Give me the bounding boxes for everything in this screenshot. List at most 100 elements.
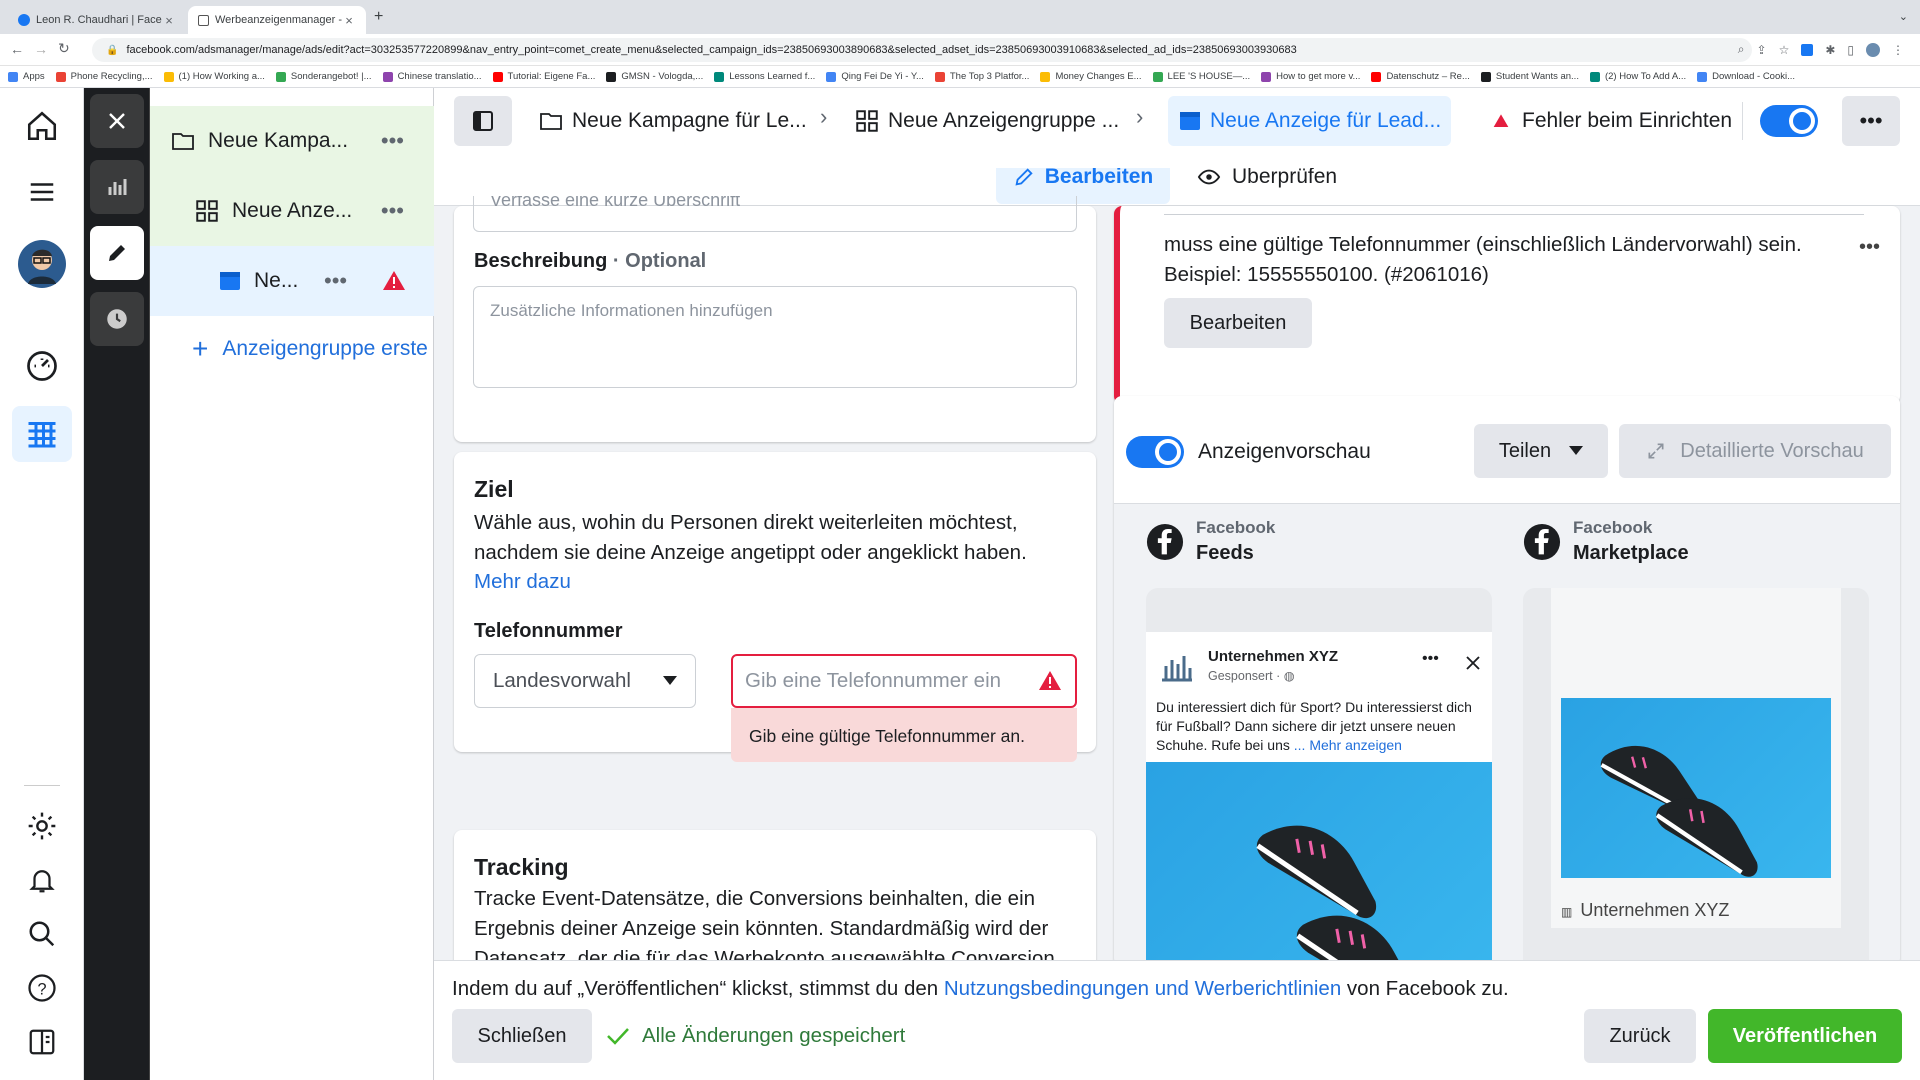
headline-input[interactable]: Verfasse eine kurze Überschrift <box>473 196 1077 232</box>
extensions-icon[interactable]: ✱ <box>1825 43 1835 57</box>
preview-header: Anzeigenvorschau Teilen Detaillierte Vor… <box>1114 396 1900 504</box>
tab-list-icon[interactable]: ⌄ <box>1899 10 1908 23</box>
bookmark-item[interactable]: Apps <box>8 71 45 82</box>
ziel-card: Ziel Wähle aus, wohin du Personen direkt… <box>454 452 1096 762</box>
reload-icon[interactable]: ↻ <box>58 40 70 57</box>
home-icon[interactable] <box>12 98 72 154</box>
close-button[interactable]: Schließen <box>452 1009 592 1063</box>
tree-item-adset[interactable]: Neue Anze... ••• <box>150 176 434 246</box>
publish-button[interactable]: Veröffentlichen <box>1708 1009 1902 1063</box>
facebook-extension-icon[interactable] <box>1801 43 1814 56</box>
bookmark-item[interactable]: Tutorial: Eigene Fa... <box>492 71 595 82</box>
bookmark-item[interactable]: Download - Cooki... <box>1697 71 1795 82</box>
close-tab-icon[interactable]: × <box>162 13 176 28</box>
crumb-ad[interactable]: Neue Anzeige für Lead... <box>1168 96 1452 146</box>
bookmark-item[interactable]: (1) How Working a... <box>163 71 265 82</box>
share-page-icon[interactable]: ⇪ <box>1757 43 1767 57</box>
more-options-icon[interactable]: ••• <box>1842 96 1900 146</box>
back-button[interactable]: Zurück <box>1584 1009 1696 1063</box>
bookmark-item[interactable]: Sonderangebot! |... <box>275 71 372 82</box>
bookmark-item[interactable]: Lessons Learned f... <box>714 71 815 82</box>
more-options-icon[interactable]: ••• <box>1422 650 1439 668</box>
more-options-icon[interactable]: ••• <box>381 128 404 154</box>
sidepanel-icon[interactable]: ▯ <box>1847 43 1854 57</box>
bookmark-item[interactable]: GMSN - Vologda,... <box>606 71 703 82</box>
menu-icon[interactable]: ⋮ <box>1892 43 1904 57</box>
crumb-campaign[interactable]: Neue Kampagne für Le... <box>538 102 807 140</box>
zoom-icon[interactable]: ⌕ <box>1738 42 1745 57</box>
more-link[interactable]: Mehr dazu <box>474 570 571 594</box>
marketplace-phone-frame: ▥ Unternehmen XYZ <box>1523 588 1869 966</box>
back-icon[interactable]: ← <box>10 41 24 57</box>
avatar[interactable] <box>12 236 72 292</box>
new-tab-icon[interactable]: + <box>374 8 383 26</box>
tree-item-ad[interactable]: Ne... ••• <box>150 246 434 316</box>
bookmark-favicon-icon <box>1261 71 1272 82</box>
close-tab-icon[interactable]: × <box>342 13 356 28</box>
bookmark-item[interactable]: Phone Recycling,... <box>55 71 153 82</box>
share-button[interactable]: Teilen <box>1474 424 1608 478</box>
dashboard-gauge-icon[interactable] <box>12 338 72 394</box>
bookmark-item[interactable]: LEE 'S HOUSE—... <box>1152 71 1250 82</box>
ad-text: Du interessiert dich für Sport? Du inter… <box>1156 699 1472 753</box>
ad-image <box>1146 762 1492 966</box>
bookmark-star-icon[interactable]: ☆ <box>1779 43 1790 57</box>
more-link[interactable]: ... Mehr anzeigen <box>1294 737 1402 753</box>
bookmark-label: Student Wants an... <box>1495 71 1579 82</box>
help-icon[interactable]: ? <box>12 960 72 1016</box>
more-options-icon[interactable]: ••• <box>381 198 404 224</box>
bookmark-item[interactable]: Datenschutz – Re... <box>1371 71 1470 82</box>
address-bar-row: ← → ↻ 🔒 facebook.com/adsmanager/manage/a… <box>0 34 1920 66</box>
browser-tab[interactable]: Leon R. Chaudhari | Facebook × <box>8 6 186 34</box>
ziel-title: Ziel <box>474 476 514 502</box>
forward-icon[interactable]: → <box>34 41 48 57</box>
saved-label: Alle Änderungen gespeichert <box>642 1024 906 1047</box>
create-adset-link[interactable]: + Anzeigengruppe erste <box>150 314 434 384</box>
bookmark-item[interactable]: How to get more v... <box>1261 71 1360 82</box>
description-textarea[interactable]: Zusätzliche Informationen hinzufügen <box>473 286 1077 388</box>
browser-tab-active[interactable]: Werbeanzeigenmanager - Wer × <box>188 6 366 34</box>
history-clock-icon[interactable] <box>90 292 144 346</box>
terms-link[interactable]: Nutzungsbedingungen und Werberichtlinien <box>944 977 1341 1000</box>
expand-icon <box>1648 443 1664 459</box>
tree-item-campaign[interactable]: Neue Kampa... ••• <box>150 106 434 176</box>
bookmark-item[interactable]: Chinese translatio... <box>382 71 482 82</box>
phone-input[interactable]: Gib eine Telefonnummer ein <box>731 654 1077 708</box>
report-book-icon[interactable] <box>12 1014 72 1070</box>
bookmark-label: Phone Recycling,... <box>70 71 153 82</box>
placement-feeds[interactable]: Facebook Feeds <box>1146 518 1275 565</box>
search-icon[interactable] <box>12 906 72 962</box>
placement-marketplace[interactable]: Facebook Marketplace <box>1523 518 1689 565</box>
more-options-icon[interactable]: ••• <box>1859 236 1880 259</box>
menu-icon[interactable] <box>12 164 72 220</box>
chart-icon[interactable] <box>90 160 144 214</box>
preview-toggle[interactable] <box>1126 436 1184 468</box>
profile-icon[interactable] <box>1866 42 1880 57</box>
settings-gear-icon[interactable] <box>12 798 72 854</box>
toggle-sidebar-icon[interactable] <box>454 96 512 146</box>
status-badge[interactable]: Fehler beim Einrichten <box>1492 102 1732 140</box>
bookmark-label: Lessons Learned f... <box>729 71 816 82</box>
detailed-preview-button[interactable]: Detaillierte Vorschau <box>1619 424 1891 478</box>
bookmark-favicon-icon <box>606 71 617 82</box>
url-field[interactable]: 🔒 facebook.com/adsmanager/manage/ads/edi… <box>92 38 1752 62</box>
edit-pencil-icon[interactable] <box>90 226 144 280</box>
close-icon[interactable] <box>1464 654 1482 672</box>
bookmark-item[interactable]: The Top 3 Platfor... <box>934 71 1029 82</box>
bookmark-favicon-icon <box>1480 71 1491 82</box>
more-options-icon[interactable]: ••• <box>324 268 347 294</box>
ad-icon <box>1180 112 1200 130</box>
ads-manager-table-icon[interactable] <box>12 406 72 462</box>
bookmark-item[interactable]: Money Changes E... <box>1040 71 1142 82</box>
close-editor-icon[interactable] <box>90 94 144 148</box>
notifications-bell-icon[interactable] <box>12 852 72 908</box>
bookmark-item[interactable]: Student Wants an... <box>1480 71 1579 82</box>
country-code-select[interactable]: Landesvorwahl <box>474 654 696 708</box>
bookmark-label: Money Changes E... <box>1055 71 1142 82</box>
ad-active-toggle[interactable] <box>1760 105 1818 137</box>
error-edit-button[interactable]: Bearbeiten <box>1164 298 1312 348</box>
bookmark-item[interactable]: (2) How To Add A... <box>1589 71 1686 82</box>
bookmark-favicon-icon <box>8 71 18 82</box>
crumb-adset[interactable]: Neue Anzeigengruppe ... <box>854 102 1119 140</box>
bookmark-item[interactable]: Qing Fei De Yi - Y... <box>826 71 924 82</box>
